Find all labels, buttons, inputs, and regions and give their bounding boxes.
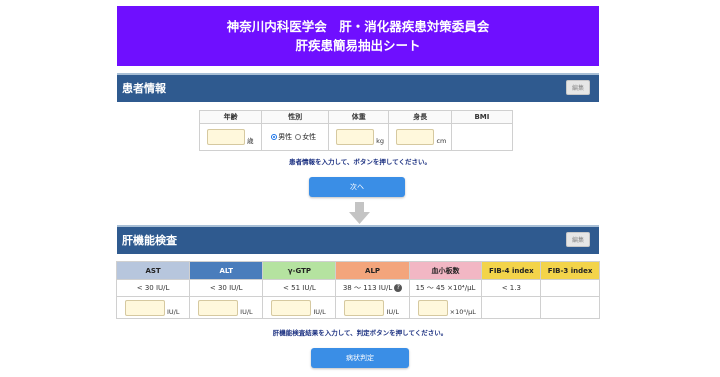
alp-unit: IU/L [386, 307, 399, 316]
alt-cell: IU/L [189, 296, 264, 319]
fib4-reference: < 1.3 [481, 279, 542, 297]
gender-female-radio[interactable] [295, 134, 302, 140]
column-alp: ALP [335, 261, 410, 280]
app-header: 神奈川内科医学会 肝・消化器疾患対策委員会 肝疾患簡易抽出シート [117, 6, 599, 66]
judge-button[interactable]: 病状判定 [311, 348, 409, 368]
bmi-value [450, 123, 514, 151]
gender-female-label: 女性 [302, 133, 317, 141]
column-ggtp: γ-GTP [262, 261, 337, 280]
header-subtitle: 肝疾患簡易抽出シート [295, 38, 421, 53]
liver-note: 肝機能検査結果を入力して、判定ボタンを押してください。 [272, 329, 448, 337]
column-ast: AST [115, 261, 191, 280]
platelet-input[interactable] [417, 299, 448, 316]
column-alt: ALT [189, 261, 264, 280]
ast-unit: IU/L [167, 307, 180, 316]
ggtp-unit: IU/L [313, 307, 326, 316]
patient-info-table: 年齢 性別 体重 身長 BMI 歳 男性 女性 kg cm [198, 110, 514, 151]
ast-input[interactable] [125, 299, 165, 316]
height-cell: cm [388, 123, 452, 151]
age-cell: 歳 [198, 123, 263, 151]
alt-input[interactable] [198, 299, 239, 316]
ast-reference: < 30 IU/L [115, 279, 191, 297]
ggtp-reference: < 51 IU/L [262, 279, 337, 297]
liver-section-title: 肝機能検査 [122, 234, 177, 247]
arrow-down-icon [349, 202, 370, 224]
fib3-reference [540, 279, 600, 297]
column-weight: 体重 [328, 110, 390, 124]
platelet-unit: ×10⁴/μL [449, 307, 476, 316]
weight-input[interactable] [336, 129, 375, 145]
platelet-reference: 15 ～ 45 ×10⁴/μL [408, 279, 483, 297]
liver-function-table: AST ALT γ-GTP ALP 血小板数 FIB-4 index FIB-3… [115, 261, 600, 319]
gender-male-radio[interactable] [271, 134, 278, 140]
patient-section-title: 患者情報 [122, 82, 166, 95]
patient-section-bar: 患者情報 編集 [117, 73, 599, 102]
column-age: 年齢 [198, 110, 263, 124]
ggtp-cell: IU/L [262, 296, 337, 319]
weight-unit: kg [376, 137, 384, 145]
liver-section-bar: 肝機能検査 編集 [117, 225, 599, 254]
ggtp-input[interactable] [271, 299, 312, 316]
age-input[interactable] [207, 129, 245, 145]
column-gender: 性別 [261, 110, 330, 124]
alt-unit: IU/L [240, 307, 253, 316]
height-input[interactable] [396, 129, 435, 145]
alp-input[interactable] [344, 299, 385, 316]
alp-reference-cell: 38 ～ 113 IU/L? [335, 279, 410, 297]
alp-reference: 38 ～ 113 IU/L [342, 284, 393, 292]
column-fib4: FIB-4 index [481, 261, 542, 280]
gender-cell: 男性 女性 [261, 123, 330, 151]
column-height: 身長 [388, 110, 452, 124]
weight-cell: kg [328, 123, 390, 151]
alt-reference: < 30 IU/L [189, 279, 264, 297]
height-unit: cm [436, 137, 447, 145]
help-icon[interactable]: ? [394, 284, 403, 292]
column-platelet: 血小板数 [408, 261, 483, 280]
column-bmi: BMI [450, 110, 514, 124]
platelet-cell: ×10⁴/μL [408, 296, 483, 319]
alp-cell: IU/L [335, 296, 410, 319]
column-fib3: FIB-3 index [540, 261, 600, 280]
ast-cell: IU/L [115, 296, 191, 319]
fib3-value [540, 296, 600, 319]
patient-edit-button[interactable]: 編集 [566, 80, 590, 95]
age-unit: 歳 [247, 137, 254, 145]
fib4-value [481, 296, 542, 319]
liver-edit-button[interactable]: 編集 [566, 232, 590, 247]
next-button[interactable]: 次へ [309, 177, 405, 197]
header-title: 神奈川内科医学会 肝・消化器疾患対策委員会 [226, 19, 490, 34]
patient-note: 患者情報を入力して、ボタンを押してください。 [288, 158, 432, 166]
gender-male-label: 男性 [278, 133, 293, 141]
